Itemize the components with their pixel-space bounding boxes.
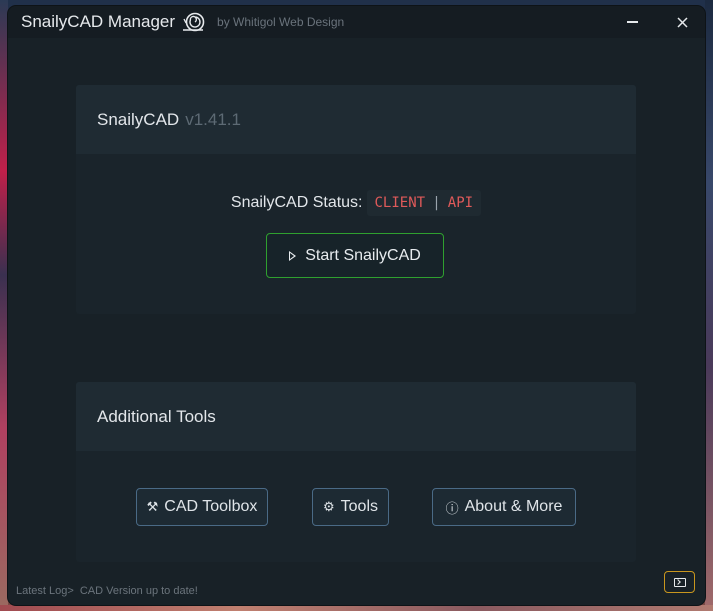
desktop-background-right (705, 0, 713, 611)
additional-tools-title: Additional Tools (97, 406, 216, 426)
tools-label: Tools (340, 498, 378, 515)
console-button[interactable] (664, 571, 695, 593)
info-icon: ⓘ (445, 500, 459, 516)
status-client: CLIENT (374, 195, 426, 211)
status-label: SnailyCAD Status: (230, 194, 363, 211)
log-message: CAD Version up to date! (79, 585, 198, 597)
terminal-icon (673, 577, 686, 587)
minimize-button[interactable] (618, 10, 646, 34)
byline: by Whitigol Web Design (217, 15, 345, 29)
tools-button[interactable]: ⚙ Tools (312, 488, 389, 526)
status-footer: Latest Log> CAD Version up to date! (8, 571, 705, 605)
app-title: SnailyCAD Manager (21, 12, 176, 31)
about-more-button[interactable]: ⓘ About & More (432, 488, 576, 526)
snailycad-card-header: SnailyCAD v1.41.1 (76, 85, 636, 154)
minimize-icon (626, 21, 638, 23)
cad-toolbox-label: CAD Toolbox (164, 498, 258, 515)
snailycad-card: SnailyCAD v1.41.1 SnailyCAD Status: CLIE… (76, 85, 636, 314)
main-content: SnailyCAD v1.41.1 SnailyCAD Status: CLIE… (8, 38, 705, 605)
play-icon (289, 250, 297, 261)
desktop-background-bottom (0, 605, 713, 611)
status-separator: | (434, 195, 439, 211)
title-bar[interactable]: SnailyCAD Manager by Whitigol Web Design (8, 6, 705, 38)
cad-name: SnailyCAD (97, 109, 180, 129)
start-snailycad-button[interactable]: Start SnailyCAD (266, 233, 444, 278)
close-button[interactable] (668, 10, 696, 34)
tools-row: ⚒ CAD Toolbox ⚙ Tools ⓘ About & More (76, 488, 636, 526)
additional-tools-header: Additional Tools (76, 382, 636, 451)
gear-icon: ⚙ (322, 499, 335, 514)
tools-icon: ⚒ (146, 499, 159, 514)
desktop-background-left (0, 0, 8, 611)
app-window: SnailyCAD Manager by Whitigol Web Design… (8, 6, 705, 605)
status-row: SnailyCAD Status: CLIENT | API (76, 190, 636, 216)
log-prefix: Latest Log> (16, 585, 74, 597)
cad-version: v1.41.1 (185, 109, 241, 129)
status-api: API (447, 195, 474, 211)
close-icon (676, 16, 688, 28)
additional-tools-card: Additional Tools ⚒ CAD Toolbox ⚙ Tools ⓘ… (76, 382, 636, 562)
start-button-label: Start SnailyCAD (305, 246, 421, 264)
snail-logo-icon (181, 11, 207, 33)
about-more-label: About & More (464, 498, 563, 515)
status-badge: CLIENT | API (366, 190, 482, 216)
cad-toolbox-button[interactable]: ⚒ CAD Toolbox (136, 488, 268, 526)
